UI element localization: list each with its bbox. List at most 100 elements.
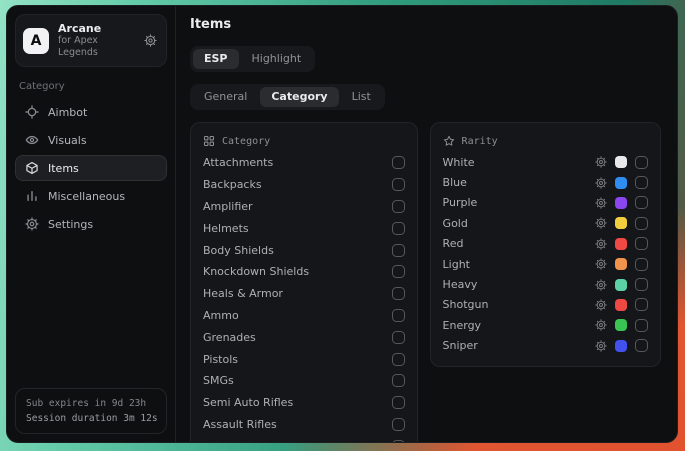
- checkbox[interactable]: [392, 222, 405, 235]
- checkbox[interactable]: [635, 156, 648, 169]
- gear-icon[interactable]: [595, 258, 607, 270]
- eye-icon: [25, 133, 39, 147]
- sidebar-item-settings[interactable]: Settings: [15, 211, 167, 237]
- category-label: LMGs: [203, 440, 233, 442]
- checkbox[interactable]: [635, 258, 648, 271]
- gear-icon[interactable]: [595, 197, 607, 209]
- color-swatch[interactable]: [615, 279, 627, 291]
- checkbox[interactable]: [392, 265, 405, 278]
- color-swatch[interactable]: [615, 156, 627, 168]
- gear-icon[interactable]: [595, 279, 607, 291]
- brand-card: A Arcane for Apex Legends: [15, 14, 167, 67]
- category-row-grenades: Grenades: [203, 326, 405, 348]
- sidebar-section-label: Category: [19, 81, 163, 92]
- rarity-label: Light: [443, 258, 470, 271]
- sidebar-item-visuals[interactable]: Visuals: [15, 127, 167, 153]
- category-row-smgs: SMGs: [203, 370, 405, 392]
- gear-icon: [25, 217, 39, 231]
- checkbox[interactable]: [635, 339, 648, 352]
- checkbox[interactable]: [635, 298, 648, 311]
- checkbox[interactable]: [635, 237, 648, 250]
- color-swatch[interactable]: [615, 299, 627, 311]
- rarity-controls: [595, 237, 648, 250]
- checkbox[interactable]: [392, 287, 405, 300]
- sidebar-item-label: Items: [48, 162, 79, 175]
- color-swatch[interactable]: [615, 319, 627, 331]
- rarity-row-shotgun: Shotgun: [443, 295, 648, 315]
- category-label: Pistols: [203, 353, 238, 366]
- gear-icon[interactable]: [595, 177, 607, 189]
- rarity-label: Shotgun: [443, 298, 489, 311]
- checkbox[interactable]: [635, 176, 648, 189]
- app-name: Arcane: [58, 22, 135, 35]
- gear-icon[interactable]: [595, 319, 607, 331]
- checkbox[interactable]: [392, 331, 405, 344]
- rarity-row-blue: Blue: [443, 172, 648, 192]
- category-row-knockdown-shields: Knockdown Shields: [203, 261, 405, 283]
- category-panel-title: Category: [222, 136, 270, 147]
- gear-icon[interactable]: [595, 217, 607, 229]
- session-duration-text: Session duration 3m 12s: [26, 411, 156, 426]
- category-row-semi-auto-rifles: Semi Auto Rifles: [203, 392, 405, 414]
- gear-icon[interactable]: [595, 156, 607, 168]
- color-swatch[interactable]: [615, 177, 627, 189]
- columns-icon: [25, 189, 39, 203]
- checkbox[interactable]: [392, 396, 405, 409]
- category-label: Body Shields: [203, 244, 274, 257]
- rarity-panel-header: Rarity: [443, 127, 648, 152]
- sidebar-item-aimbot[interactable]: Aimbot: [15, 99, 167, 125]
- tab-general[interactable]: General: [193, 87, 258, 107]
- checkbox[interactable]: [392, 418, 405, 431]
- toggle-highlight[interactable]: Highlight: [241, 49, 313, 69]
- checkbox[interactable]: [392, 309, 405, 322]
- checkbox[interactable]: [392, 244, 405, 257]
- rarity-row-energy: Energy: [443, 315, 648, 335]
- color-swatch[interactable]: [615, 340, 627, 352]
- color-swatch[interactable]: [615, 217, 627, 229]
- category-row-lmgs: LMGs: [203, 435, 405, 442]
- rarity-label: Energy: [443, 319, 482, 332]
- checkbox[interactable]: [635, 217, 648, 230]
- category-label: Backpacks: [203, 178, 262, 191]
- checkbox[interactable]: [392, 200, 405, 213]
- rarity-label: Blue: [443, 176, 467, 189]
- tab-list[interactable]: List: [341, 87, 382, 107]
- checkbox[interactable]: [392, 374, 405, 387]
- gear-icon[interactable]: [595, 238, 607, 250]
- sidebar-item-miscellaneous[interactable]: Miscellaneous: [15, 183, 167, 209]
- rarity-controls: [595, 298, 648, 311]
- color-swatch[interactable]: [615, 238, 627, 250]
- checkbox[interactable]: [635, 319, 648, 332]
- gear-icon[interactable]: [595, 340, 607, 352]
- checkbox[interactable]: [392, 353, 405, 366]
- gear-icon[interactable]: [144, 34, 157, 47]
- category-label: SMGs: [203, 374, 234, 387]
- checkbox[interactable]: [392, 156, 405, 169]
- category-label: Ammo: [203, 309, 239, 322]
- rarity-label: Heavy: [443, 278, 478, 291]
- sidebar-item-label: Miscellaneous: [48, 190, 125, 203]
- category-label: Knockdown Shields: [203, 265, 309, 278]
- rarity-controls: [595, 156, 648, 169]
- category-row-pistols: Pistols: [203, 348, 405, 370]
- checkbox[interactable]: [392, 440, 405, 442]
- category-panel-header: Category: [203, 127, 405, 152]
- rarity-label: Sniper: [443, 339, 478, 352]
- grid-icon: [203, 135, 215, 147]
- checkbox[interactable]: [635, 196, 648, 209]
- category-label: Attachments: [203, 156, 273, 169]
- rarity-label: Red: [443, 237, 464, 250]
- checkbox[interactable]: [392, 178, 405, 191]
- crosshair-icon: [25, 105, 39, 119]
- sidebar-item-label: Settings: [48, 218, 93, 231]
- category-list: Attachments Backpacks Amplifier Helmets …: [203, 152, 405, 442]
- checkbox[interactable]: [635, 278, 648, 291]
- panels-row: Category Attachments Backpacks Amplifier…: [190, 122, 661, 442]
- sidebar-item-items[interactable]: Items: [15, 155, 167, 181]
- category-label: Semi Auto Rifles: [203, 396, 293, 409]
- color-swatch[interactable]: [615, 197, 627, 209]
- toggle-esp[interactable]: ESP: [193, 49, 239, 69]
- tab-category[interactable]: Category: [260, 87, 338, 107]
- color-swatch[interactable]: [615, 258, 627, 270]
- gear-icon[interactable]: [595, 299, 607, 311]
